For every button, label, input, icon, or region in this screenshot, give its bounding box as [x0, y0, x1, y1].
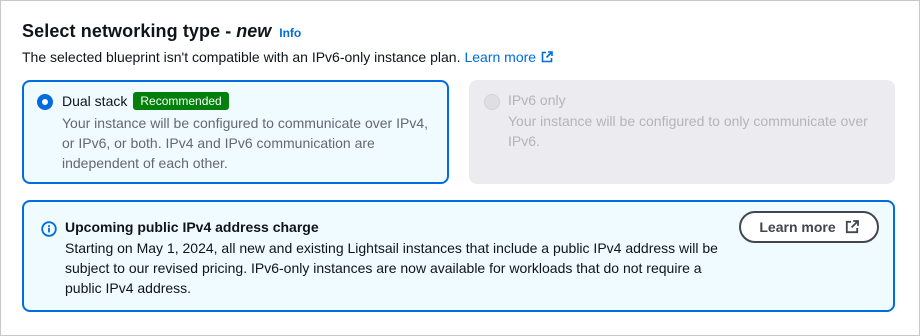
alert-text: Starting on May 1, 2024, all new and exi…	[65, 240, 718, 296]
ipv4-charge-alert: Upcoming public IPv4 address charge Star…	[22, 200, 895, 312]
dual-stack-label-row: Dual stack Recommended	[62, 92, 433, 110]
dual-stack-label: Dual stack	[62, 93, 128, 109]
learn-more-link[interactable]: Learn more	[464, 49, 553, 65]
section-description: The selected blueprint isn't compatible …	[22, 49, 899, 65]
section-header: Select networking type - new Info The se…	[22, 21, 899, 65]
external-link-icon	[845, 220, 859, 234]
new-label: new	[236, 21, 272, 41]
info-circle-icon	[41, 221, 57, 237]
alert-body: Upcoming public IPv4 address charge Star…	[65, 219, 725, 298]
option-tile-ipv6-only[interactable]: IPv6 only Your instance will be configur…	[469, 80, 895, 184]
description-text: The selected blueprint isn't compatible …	[22, 49, 461, 65]
ipv6-only-description: Your instance will be configured to only…	[508, 113, 868, 149]
alert-learn-more-button[interactable]: Learn more	[739, 211, 879, 243]
radio-dual-stack[interactable]	[37, 94, 53, 110]
networking-type-panel: Select networking type - new Info The se…	[0, 0, 920, 336]
learn-more-link-label: Learn more	[464, 49, 537, 65]
recommended-badge: Recommended	[133, 92, 229, 110]
ipv6-only-label-row: IPv6 only	[508, 92, 880, 108]
dual-stack-description: Your instance will be configured to comm…	[62, 115, 429, 171]
info-link[interactable]: Info	[279, 26, 301, 40]
radio-ipv6-only[interactable]	[484, 94, 500, 110]
ipv6-only-body: IPv6 only Your instance will be configur…	[508, 92, 880, 151]
ipv6-only-label: IPv6 only	[508, 92, 566, 108]
external-link-icon	[541, 51, 553, 63]
section-title: Select networking type	[22, 21, 221, 41]
title-separator: -	[225, 21, 232, 41]
alert-learn-more-label: Learn more	[759, 219, 836, 235]
title-row: Select networking type - new Info	[22, 21, 899, 42]
dual-stack-body: Dual stack Recommended Your instance wil…	[62, 92, 433, 173]
option-tile-dual-stack[interactable]: Dual stack Recommended Your instance wil…	[22, 80, 449, 184]
alert-title: Upcoming public IPv4 address charge	[65, 219, 319, 235]
